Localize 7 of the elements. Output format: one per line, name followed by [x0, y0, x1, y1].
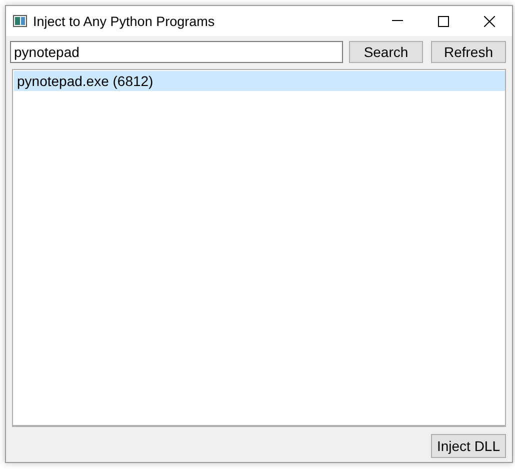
process-item[interactable]: pynotepad.exe (6812)	[14, 71, 505, 91]
refresh-button[interactable]: Refresh	[431, 41, 506, 63]
window-title: Inject to Any Python Programs	[33, 14, 216, 28]
search-field[interactable]: pynotepad	[10, 41, 343, 63]
search-button[interactable]: Search	[349, 41, 423, 63]
app-icon	[13, 15, 27, 27]
inject-button[interactable]: Inject DLL	[431, 434, 506, 458]
